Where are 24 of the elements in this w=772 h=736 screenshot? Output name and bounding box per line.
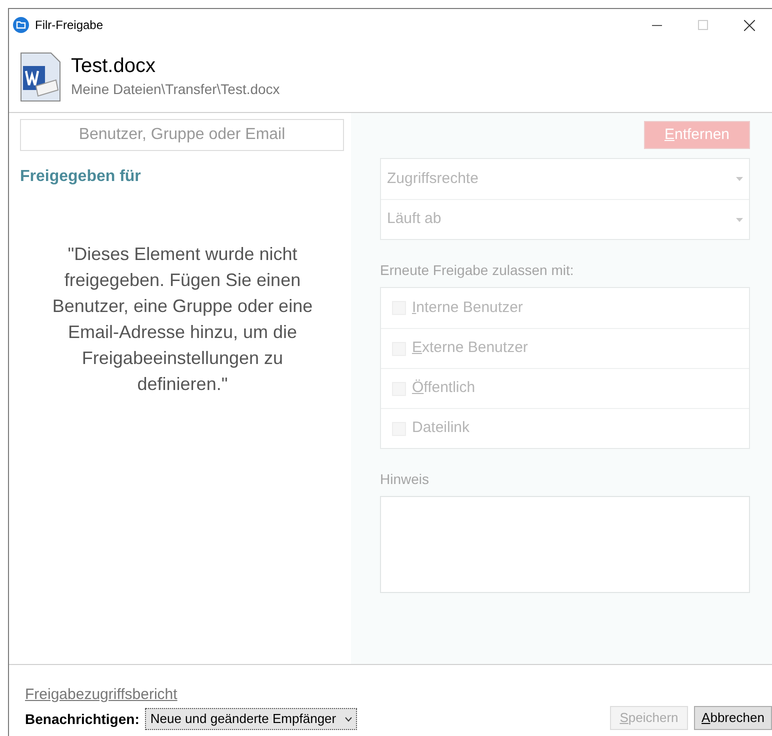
dropdown-arrow-icon: [736, 218, 743, 222]
checkbox-label: Dateilink: [412, 418, 470, 438]
notify-label: Benachrichtigen:: [25, 710, 140, 729]
app-icon: [13, 17, 29, 33]
dropdown-arrow-icon: [736, 177, 743, 181]
empty-message: "Dieses Element wurde nicht freigegeben. Fügen Sie einen Benutzer, eine Gruppe oder eine Email-Adresse hinzu, um die Freigabeeinstellungen zu definieren.": [51, 243, 314, 396]
chevron-icon: [345, 716, 352, 722]
section-heading: Freigegeben für: [20, 167, 142, 187]
file-name: Test.docx: [71, 54, 156, 79]
document-icon: [20, 52, 61, 102]
report-link[interactable]: Freigabezugriffsbericht: [25, 684, 358, 706]
checkbox-label: Externe Benutzer: [412, 338, 528, 358]
checkbox-label: Öffentlich: [412, 378, 476, 398]
section-label: Erneute Freigabe zulassen mit:: [380, 261, 575, 280]
close-icon[interactable]: [744, 20, 754, 30]
checkbox-label: Interne Benutzer: [412, 298, 523, 318]
maximize-icon[interactable]: [698, 20, 708, 30]
window-title: Filr-Freigabe: [35, 17, 104, 34]
search-field[interactable]: Benutzer, Gruppe oder Email: [20, 119, 344, 151]
notify-dropdown[interactable]: Neue und geänderte Empfänger: [145, 708, 358, 730]
dialog-button[interactable]: Abbrechen: [694, 706, 772, 730]
note-label: Hinweis: [380, 470, 430, 489]
file-path: Meine Dateien\Transfer\Test.docx: [71, 80, 280, 99]
minimize-icon[interactable]: [652, 24, 662, 26]
